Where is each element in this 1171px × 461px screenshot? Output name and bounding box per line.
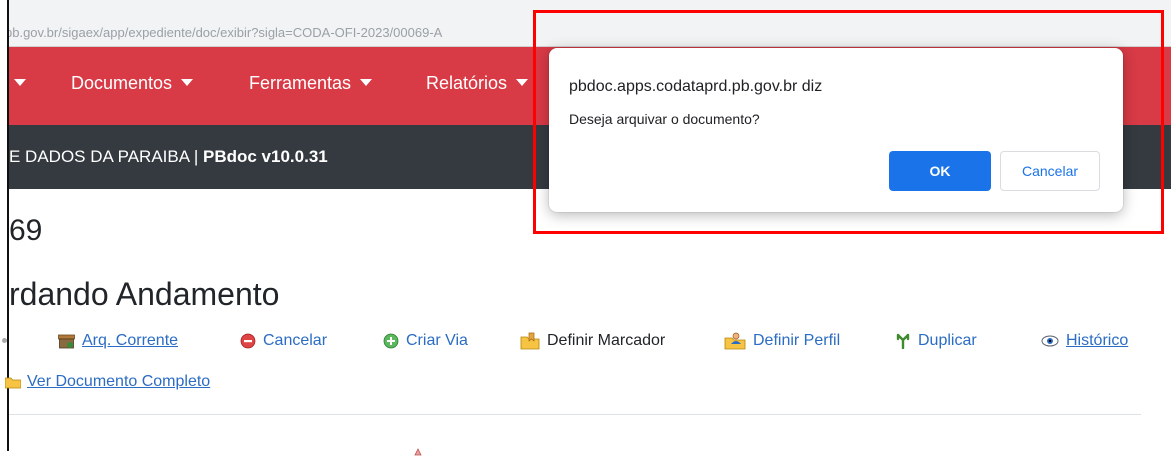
nav-menu-ferramentas[interactable]: Ferramentas <box>249 73 373 94</box>
action-label: Arq. Corrente <box>82 332 179 349</box>
app-version-text: PBdoc v10.0.31 <box>203 147 328 166</box>
folder-tag-icon <box>520 332 540 350</box>
action-arquivo-corrente[interactable]: Arq. Corrente <box>58 332 178 350</box>
dialog-ok-button[interactable]: OK <box>889 151 991 191</box>
duplicate-icon <box>895 333 911 349</box>
action-label: Cancelar <box>263 332 328 349</box>
dialog-cancel-button[interactable]: Cancelar <box>1000 151 1100 191</box>
org-name-text: E DADOS DA PARAIBA | <box>9 147 203 166</box>
chevron-down-icon <box>14 79 26 86</box>
eye-icon <box>1041 335 1059 347</box>
document-status-title: rdando Andamento <box>9 276 280 312</box>
action-cancelar[interactable]: Cancelar <box>240 332 327 350</box>
address-url-text: pb.gov.br/sigaex/app/expediente/doc/exib… <box>9 25 443 40</box>
action-historico[interactable]: Histórico <box>1041 332 1128 350</box>
chevron-down-icon <box>181 79 194 86</box>
dialog-message: Deseja arquivar o documento? <box>569 111 760 127</box>
action-label: Criar Via <box>406 332 468 349</box>
chevron-down-icon <box>360 79 373 86</box>
cancel-circle-icon <box>240 333 256 349</box>
dialog-title: pbdoc.apps.codataprd.pb.gov.br diz <box>569 78 823 95</box>
document-number: 69 <box>9 214 43 247</box>
action-label: Histórico <box>1066 332 1129 349</box>
action-duplicar[interactable]: Duplicar <box>895 332 977 350</box>
action-label: Duplicar <box>918 332 977 349</box>
action-criar-via[interactable]: Criar Via <box>383 332 468 350</box>
nav-menu-label: Relatórios <box>426 73 508 93</box>
document-actions-bar: Arq. Corrente Cancelar Criar Via Definir… <box>0 330 1171 360</box>
nav-menu-label: Ferramentas <box>249 73 352 93</box>
partial-icon-cutoff <box>408 443 428 456</box>
action-definir-marcador[interactable]: Definir Marcador <box>520 332 665 350</box>
action-label: Definir Perfil <box>753 332 841 349</box>
folder-icon <box>5 375 21 389</box>
view-full-document-link[interactable]: Ver Documento Completo <box>5 373 210 391</box>
chevron-down-icon <box>516 79 529 86</box>
view-full-document-label: Ver Documento Completo <box>27 373 211 390</box>
confirm-dialog: pbdoc.apps.codataprd.pb.gov.br diz Desej… <box>549 48 1123 212</box>
add-circle-icon <box>383 333 399 349</box>
nav-menu-documentos[interactable]: Documentos <box>71 73 194 94</box>
partial-action-dot <box>2 338 7 343</box>
archive-box-icon <box>58 334 75 349</box>
nav-menu-label: Documentos <box>71 73 173 93</box>
content-divider <box>9 414 1141 415</box>
folder-user-icon <box>724 332 746 350</box>
browser-address-bar[interactable]: pb.gov.br/sigaex/app/expediente/doc/exib… <box>9 0 1171 47</box>
action-definir-perfil[interactable]: Definir Perfil <box>724 332 840 350</box>
nav-dropdown-caret-partial[interactable] <box>5 73 26 94</box>
action-label: Definir Marcador <box>547 332 666 349</box>
nav-menu-relatorios[interactable]: Relatórios <box>426 73 529 94</box>
